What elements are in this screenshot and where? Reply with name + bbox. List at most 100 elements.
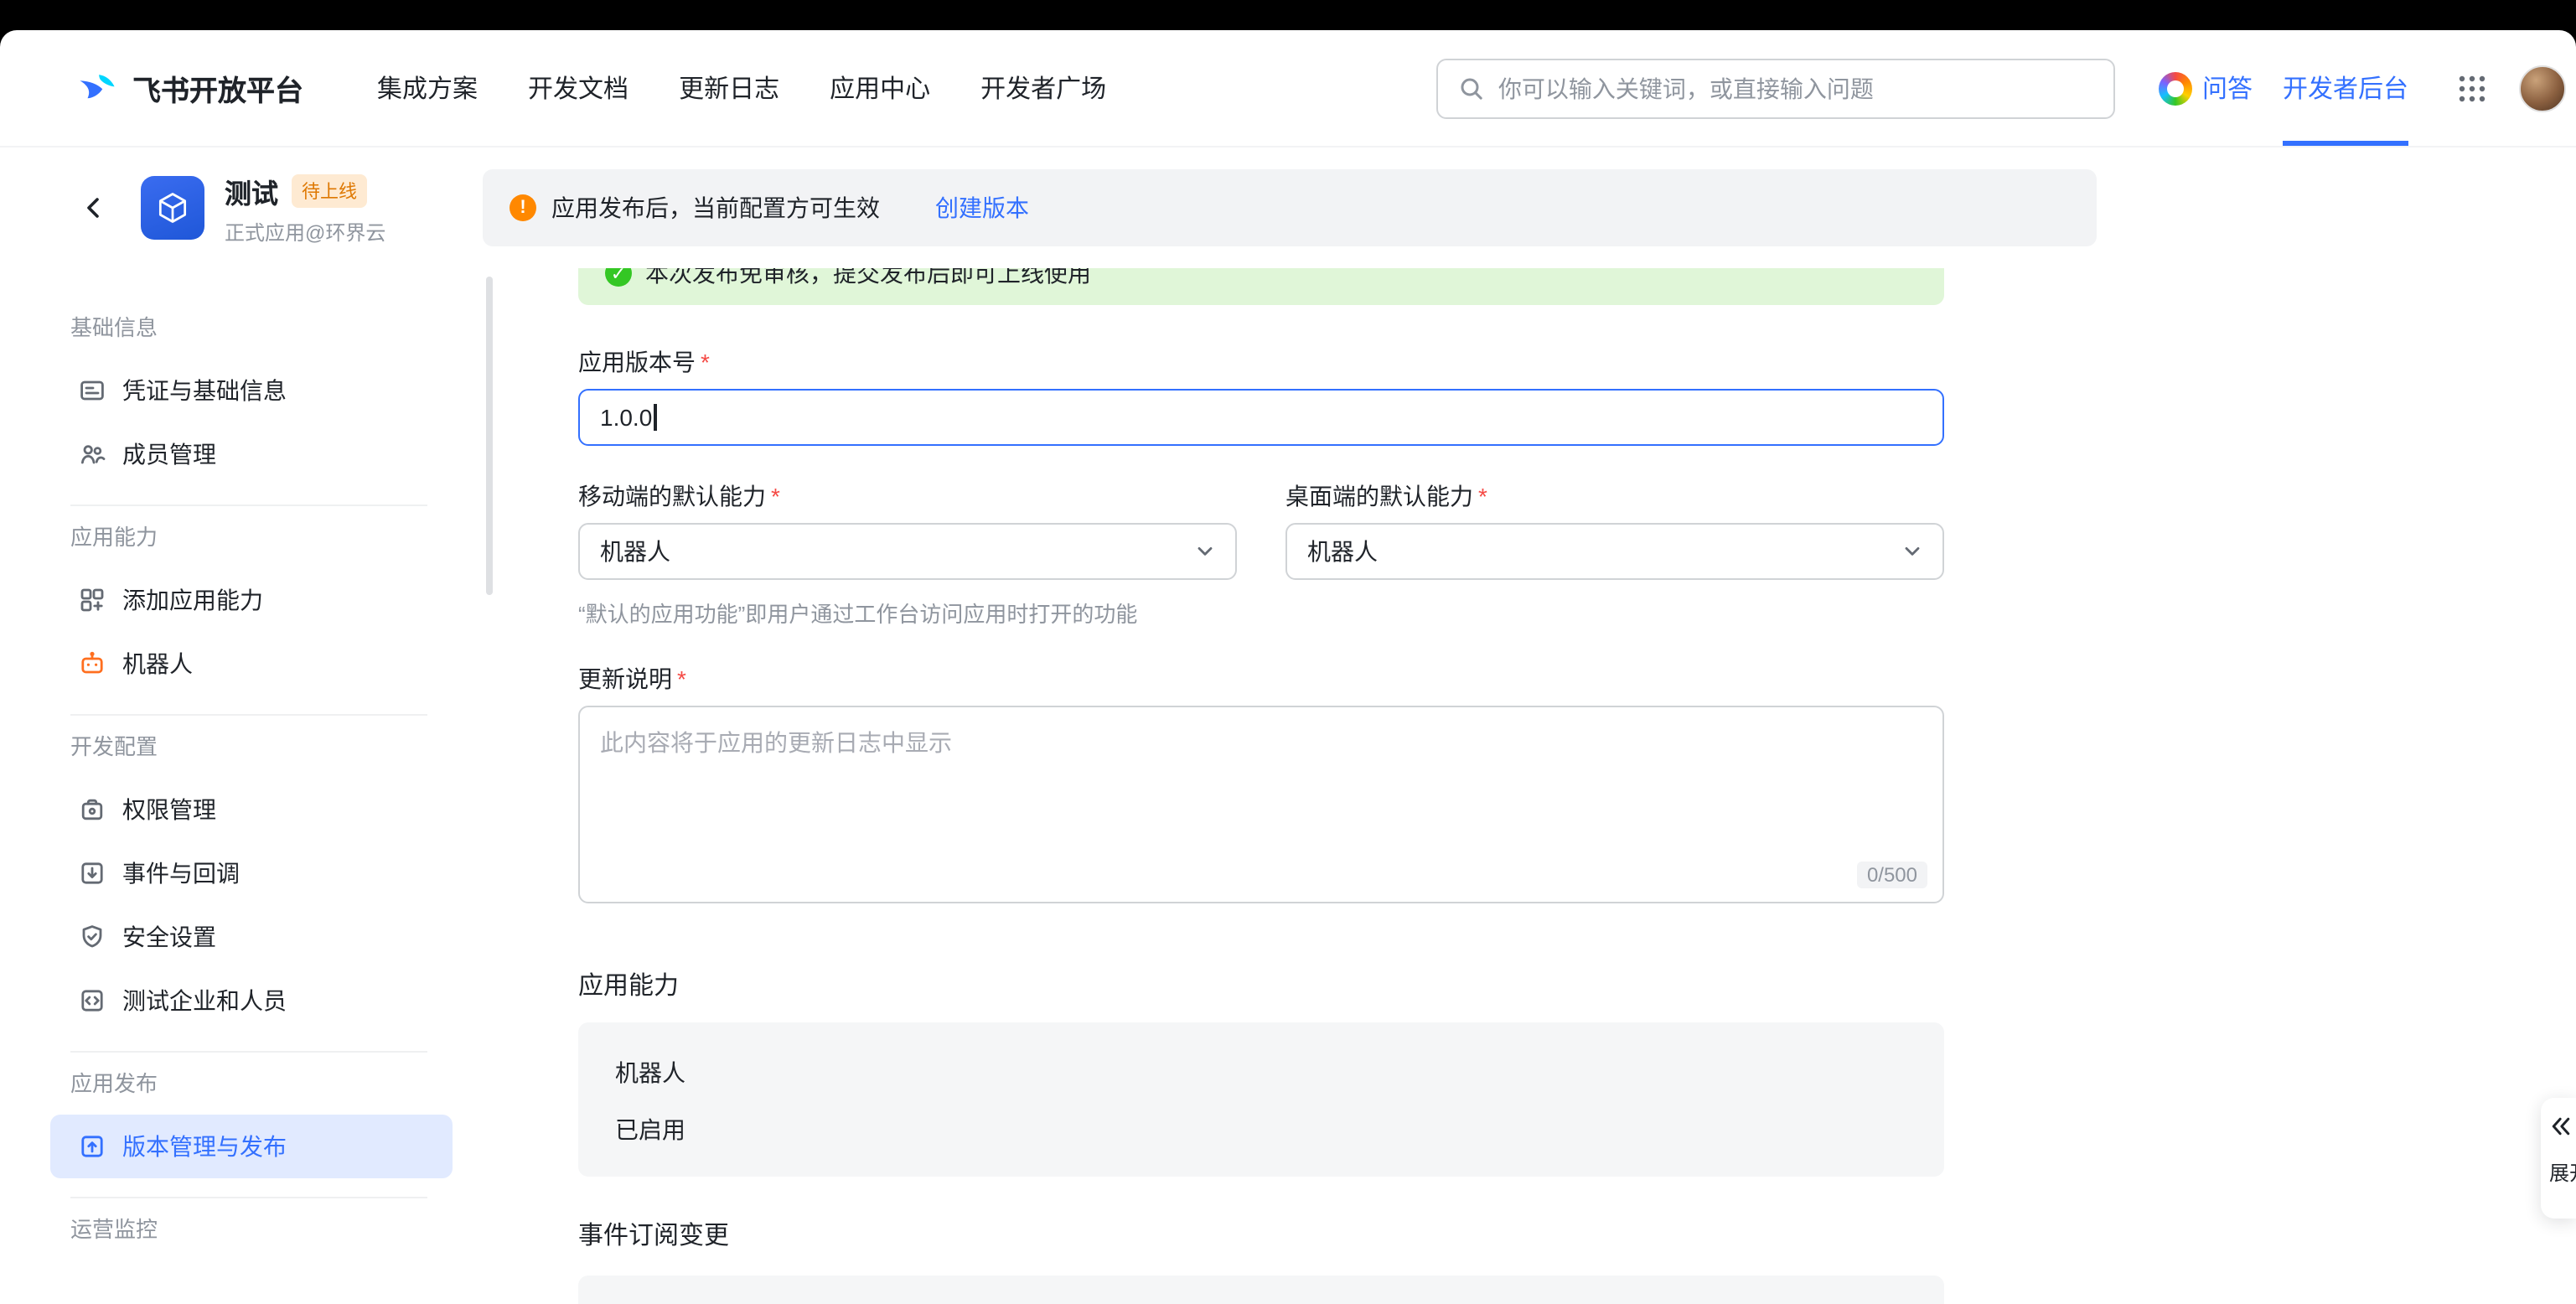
sidebar-item-permissions[interactable]: 权限管理: [50, 778, 453, 841]
nav-dev-plaza[interactable]: 开发者广场: [980, 70, 1106, 106]
id-card-icon: [79, 377, 106, 404]
sidebar-item-security[interactable]: 安全设置: [50, 905, 453, 969]
update-notes-field: 0/500: [578, 706, 1944, 903]
add-capability-icon: [79, 587, 106, 613]
sidebar-section-capability: 应用能力: [50, 525, 453, 551]
members-icon: [79, 441, 106, 468]
back-button[interactable]: [80, 194, 107, 221]
status-badge: 待上线: [292, 173, 367, 207]
app-icon: [141, 176, 204, 240]
sidebar-section-release: 应用发布: [50, 1071, 453, 1098]
app-capability-heading: 应用能力: [578, 967, 1944, 1002]
app-meta: 测试 待上线 正式应用@环界云: [225, 170, 414, 246]
text-caret: [654, 404, 656, 431]
search-input[interactable]: [1498, 75, 2093, 101]
robot-icon: [79, 650, 106, 677]
expand-panel-toggle[interactable]: 展开: [2541, 1098, 2576, 1219]
required-mark: *: [771, 483, 780, 510]
sidebar-item-test-enterprise[interactable]: 测试企业和人员: [50, 969, 453, 1032]
sidebar: 基础信息 凭证与基础信息 成员管理: [0, 268, 503, 1304]
feishu-logo-icon: [75, 66, 119, 110]
feishu-logo[interactable]: 飞书开放平台: [75, 66, 303, 110]
desktop-capability-label: 桌面端的默认能力*: [1285, 479, 1944, 513]
create-version-link[interactable]: 创建版本: [935, 191, 1029, 225]
content-area: 基础信息 凭证与基础信息 成员管理: [0, 268, 2576, 1304]
sidebar-item-add-capability[interactable]: 添加应用能力: [50, 568, 453, 632]
sidebar-divider: [70, 714, 427, 716]
sidebar-item-bot[interactable]: 机器人: [50, 632, 453, 696]
sidebar-item-label: 添加应用能力: [122, 583, 263, 617]
sidebar-item-events-callback[interactable]: 事件与回调: [50, 841, 453, 905]
success-banner-text: 本次发布免审核，提交发布后即可上线使用: [645, 268, 1091, 290]
required-mark: *: [1478, 483, 1487, 510]
sidebar-item-label: 权限管理: [122, 793, 216, 826]
check-circle-icon: ✓: [605, 268, 632, 287]
event-subscription-card: [578, 1276, 1944, 1304]
search-icon: [1458, 75, 1485, 101]
default-capability-row: 移动端的默认能力* 机器人 桌面端的默认能力*: [578, 479, 1944, 580]
code-brackets-icon: [79, 987, 106, 1014]
sidebar-item-credentials[interactable]: 凭证与基础信息: [50, 359, 453, 422]
update-notes-label: 更新说明*: [578, 662, 1944, 696]
mobile-capability-select[interactable]: 机器人: [578, 523, 1237, 580]
expand-label: 展开: [2549, 1158, 2576, 1187]
sidebar-item-label: 事件与回调: [122, 856, 240, 890]
chevron-down-icon: [1902, 541, 1922, 561]
publish-icon: [79, 1133, 106, 1160]
sidebar-item-members[interactable]: 成员管理: [50, 422, 453, 486]
sidebar-scrollbar[interactable]: [486, 277, 493, 595]
global-search[interactable]: [1436, 58, 2115, 118]
success-banner: ✓ 本次发布免审核，提交发布后即可上线使用: [578, 268, 1944, 305]
apps-grid-icon[interactable]: [2449, 65, 2496, 111]
required-mark: *: [677, 665, 686, 692]
app-capability-card: 机器人 已启用: [578, 1022, 1944, 1177]
lock-icon: [79, 796, 106, 823]
shield-icon: [79, 924, 106, 950]
desktop-capability-value: 机器人: [1307, 535, 1378, 568]
nav-docs[interactable]: 开发文档: [528, 70, 628, 106]
app-name: 测试: [225, 170, 278, 210]
sidebar-divider: [70, 1197, 427, 1198]
qa-label: 问答: [2202, 70, 2253, 106]
sidebar-item-version-release[interactable]: 版本管理与发布: [50, 1115, 453, 1178]
app-subtitle: 正式应用@环界云: [225, 217, 414, 246]
sidebar-item-label: 成员管理: [122, 437, 216, 471]
event-subscription-heading: 事件订阅变更: [578, 1217, 1944, 1252]
mobile-capability-label: 移动端的默认能力*: [578, 479, 1237, 513]
tab-developer-console[interactable]: 开发者后台: [2283, 70, 2408, 106]
capability-hint: “默认的应用功能”即用户通过工作台访问应用时打开的功能: [578, 597, 1944, 629]
sidebar-section-dev-config: 开发配置: [50, 734, 453, 761]
chevron-down-icon: [1195, 541, 1215, 561]
main-content: ✓ 本次发布免审核，提交发布后即可上线使用 应用版本号* 1.0.0 移动端的默…: [503, 268, 2576, 1304]
mobile-capability-value: 机器人: [600, 535, 670, 568]
top-navigation: 集成方案 开发文档 更新日志 应用中心 开发者广场: [377, 70, 1106, 106]
nav-integration[interactable]: 集成方案: [377, 70, 478, 106]
sidebar-item-label: 安全设置: [122, 920, 216, 954]
capability-status: 已启用: [615, 1113, 1907, 1146]
sidebar-item-label: 测试企业和人员: [122, 984, 287, 1017]
sidebar-item-label: 机器人: [122, 647, 193, 680]
sidebar-section-basic: 基础信息: [50, 315, 453, 342]
version-input[interactable]: 1.0.0: [578, 389, 1944, 446]
sidebar-section-monitoring: 运营监控: [50, 1217, 453, 1244]
sidebar-divider: [70, 1051, 427, 1053]
update-notes-textarea[interactable]: [578, 706, 1944, 903]
sidebar-divider: [70, 505, 427, 506]
user-avatar[interactable]: [2519, 65, 2566, 111]
qa-entry[interactable]: 问答: [2159, 70, 2253, 106]
version-label: 应用版本号*: [578, 345, 1944, 379]
required-mark: *: [701, 349, 710, 375]
screen: 飞书开放平台 集成方案 开发文档 更新日志 应用中心 开发者广场 问答: [0, 0, 2576, 1304]
top-header: 飞书开放平台 集成方案 开发文档 更新日志 应用中心 开发者广场 问答: [0, 30, 2576, 147]
warning-icon: !: [510, 194, 536, 221]
nav-changelog[interactable]: 更新日志: [679, 70, 779, 106]
qa-gradient-icon: [2159, 71, 2192, 105]
sidebar-item-label: 版本管理与发布: [122, 1130, 287, 1163]
publish-warning-banner: ! 应用发布后，当前配置方可生效 创建版本: [483, 169, 2097, 246]
event-callback-icon: [79, 860, 106, 887]
capability-name: 机器人: [615, 1056, 1907, 1089]
logo-text: 飞书开放平台: [132, 67, 303, 109]
nav-app-center[interactable]: 应用中心: [830, 70, 930, 106]
warning-text: 应用发布后，当前配置方可生效: [551, 191, 880, 225]
desktop-capability-select[interactable]: 机器人: [1285, 523, 1944, 580]
